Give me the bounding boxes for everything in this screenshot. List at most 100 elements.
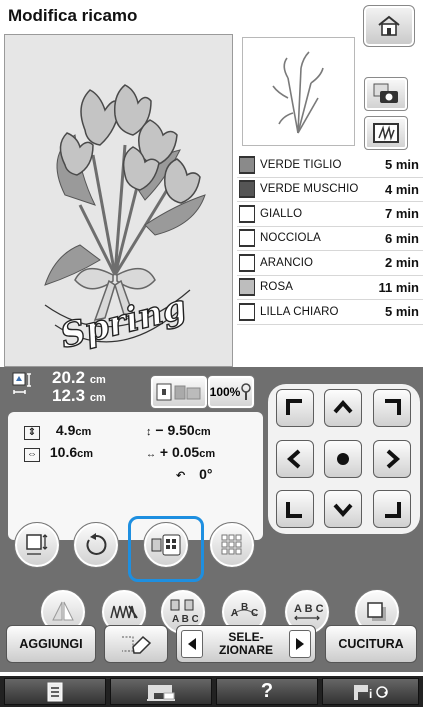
thread-color-row[interactable]: VERDE MUSCHIO 4 min xyxy=(237,178,423,202)
thread-color-row[interactable]: ARANCIO 2 min xyxy=(237,251,423,276)
embroidery-canvas[interactable]: Spring xyxy=(4,34,233,367)
add-button[interactable]: AGGIUNGI xyxy=(6,625,96,663)
settings-button[interactable]: i xyxy=(322,678,419,705)
thread-spool-icon xyxy=(239,180,255,199)
select-control[interactable]: SELE- ZIONARE xyxy=(176,625,316,663)
arrow-up-left-icon xyxy=(286,399,302,415)
thread-color-name: ROSA xyxy=(260,281,293,294)
width-unit: cm xyxy=(77,448,94,460)
select-prev-button[interactable] xyxy=(181,630,203,658)
arrow-down-left-icon xyxy=(286,502,302,518)
horizontal-offset-value: + 0.05 xyxy=(159,444,200,460)
frame-view-button[interactable] xyxy=(364,116,408,150)
document-icon xyxy=(47,682,63,701)
arrow-down-icon xyxy=(333,503,353,518)
move-down-right-button[interactable] xyxy=(373,490,411,528)
vertical-offset-value: − 9.50 xyxy=(155,422,195,438)
sew-button[interactable]: CUCITURA xyxy=(325,625,417,663)
thread-color-row[interactable]: GIALLO 7 min xyxy=(237,202,423,227)
thread-color-time: 2 min xyxy=(385,255,419,271)
machine-info-button[interactable] xyxy=(110,678,212,705)
thread-spool-icon xyxy=(239,229,255,248)
thread-color-list: VERDE TIGLIO 5 min VERDE MUSCHIO 4 min G… xyxy=(237,153,423,325)
thread-color-time: 4 min xyxy=(385,181,419,197)
thread-color-name: NOCCIOLA xyxy=(260,232,321,245)
design-height-value: 12.3 xyxy=(52,386,86,405)
size-icon xyxy=(12,372,34,403)
home-button[interactable] xyxy=(363,5,415,47)
height-unit: cm xyxy=(75,426,92,438)
thread-spool-icon xyxy=(239,278,255,297)
move-up-right-button[interactable] xyxy=(373,389,411,427)
text-arc-icon: ABC xyxy=(230,602,258,619)
density-grid-button[interactable] xyxy=(209,522,255,568)
svg-text:A B C: A B C xyxy=(172,614,198,625)
design-width-unit: cm xyxy=(89,374,106,386)
thread-color-row[interactable]: NOCCIOLA 6 min xyxy=(237,227,423,251)
svg-text:B: B xyxy=(241,602,248,613)
thread-color-time: 7 min xyxy=(385,206,419,222)
horizontal-offset-unit: cm xyxy=(199,448,216,460)
thread-color-row[interactable]: LILLA CHIARO 5 min xyxy=(237,300,423,325)
text-spacing-icon: A B C xyxy=(294,603,323,621)
arrow-up-right-icon xyxy=(385,399,401,415)
thread-color-row[interactable]: VERDE TIGLIO 5 min xyxy=(237,153,423,178)
move-up-button[interactable] xyxy=(324,389,362,427)
resize-button[interactable] xyxy=(14,522,60,568)
triangle-right-icon xyxy=(296,638,304,650)
select-next-button[interactable] xyxy=(289,630,311,658)
svg-text:A: A xyxy=(231,608,238,619)
horizontal-move-icon: ↔ xyxy=(146,449,156,460)
svg-text:A B C: A B C xyxy=(294,603,323,615)
rotation-icon: ↶ xyxy=(176,470,186,482)
vertical-offset-unit: cm xyxy=(194,426,211,438)
triangle-left-icon xyxy=(188,638,196,650)
rotate-icon xyxy=(86,533,107,555)
svg-text:i: i xyxy=(369,687,372,701)
height-value: 4.9 xyxy=(55,422,76,438)
move-center-button[interactable] xyxy=(324,440,362,478)
select-label-line1: SELE- xyxy=(228,630,264,644)
move-down-left-button[interactable] xyxy=(276,490,314,528)
center-dot-icon xyxy=(337,453,349,465)
move-up-left-button[interactable] xyxy=(276,389,314,427)
rotation-value: 0° xyxy=(199,466,213,482)
frame-size-button[interactable] xyxy=(150,375,208,409)
svg-text:C: C xyxy=(251,608,258,619)
arrow-right-icon xyxy=(386,449,401,469)
thread-color-name: GIALLO xyxy=(260,207,303,220)
thread-color-name: ARANCIO xyxy=(260,256,314,269)
thread-color-name: VERDE TIGLIO xyxy=(260,158,342,171)
thread-color-time: 5 min xyxy=(385,304,419,320)
rotate-button[interactable] xyxy=(73,522,119,568)
multi-color-abc-icon: A B C xyxy=(170,599,198,625)
move-right-button[interactable] xyxy=(373,440,411,478)
vertical-move-icon: ↕ xyxy=(146,426,152,438)
thread-spool-icon xyxy=(239,204,255,223)
thread-spool-icon xyxy=(239,155,255,174)
arrow-up-icon xyxy=(333,399,353,414)
width-arrow-icon: ⇔ xyxy=(24,448,40,462)
grid-icon xyxy=(221,534,242,555)
sewing-machine-icon xyxy=(147,684,175,701)
document-button[interactable] xyxy=(4,678,106,705)
zoom-level: 100% xyxy=(209,385,241,399)
thread-spool-icon xyxy=(239,253,255,272)
design-thumbnail xyxy=(242,37,355,146)
frame-stitch-icon xyxy=(373,123,399,143)
design-width-value: 20.2 xyxy=(52,368,86,387)
resize-icon xyxy=(26,534,48,555)
width-value: 10.6 xyxy=(49,444,78,460)
height-arrow-icon: ⇕ xyxy=(24,426,40,440)
zoom-button[interactable]: 100% xyxy=(207,375,255,409)
move-left-button[interactable] xyxy=(276,440,314,478)
delete-button[interactable] xyxy=(104,625,168,663)
scan-camera-button[interactable] xyxy=(364,77,408,111)
thread-color-row[interactable]: ROSA 11 min xyxy=(237,276,423,300)
move-down-button[interactable] xyxy=(324,490,362,528)
thread-color-time: 11 min xyxy=(378,279,419,295)
home-icon xyxy=(378,15,400,36)
thread-spool-icon xyxy=(239,302,255,321)
zigzag-stitch-icon xyxy=(110,605,138,619)
help-button[interactable]: ? xyxy=(216,678,318,705)
